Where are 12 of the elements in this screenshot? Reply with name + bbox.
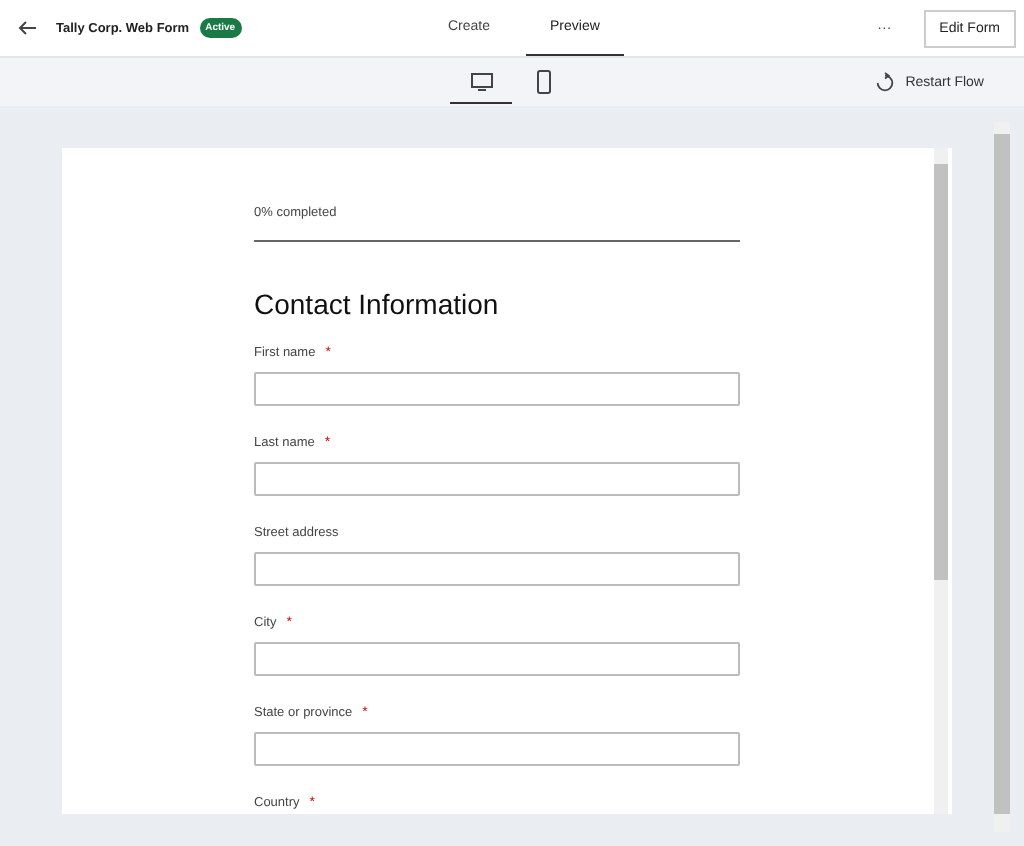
scrollbar[interactable] — [994, 122, 1010, 832]
input-field[interactable] — [254, 642, 740, 676]
input-field[interactable] — [254, 552, 740, 586]
input-field[interactable] — [254, 372, 740, 406]
section-heading: Contact Information — [254, 288, 501, 320]
input-field[interactable] — [254, 732, 740, 766]
restart-icon — [873, 71, 896, 93]
back-arrow-icon[interactable] — [18, 20, 38, 36]
monitor-icon — [469, 71, 493, 91]
scrollbar[interactable] — [934, 148, 948, 814]
phone-icon — [535, 69, 551, 93]
input-field[interactable] — [254, 462, 740, 496]
